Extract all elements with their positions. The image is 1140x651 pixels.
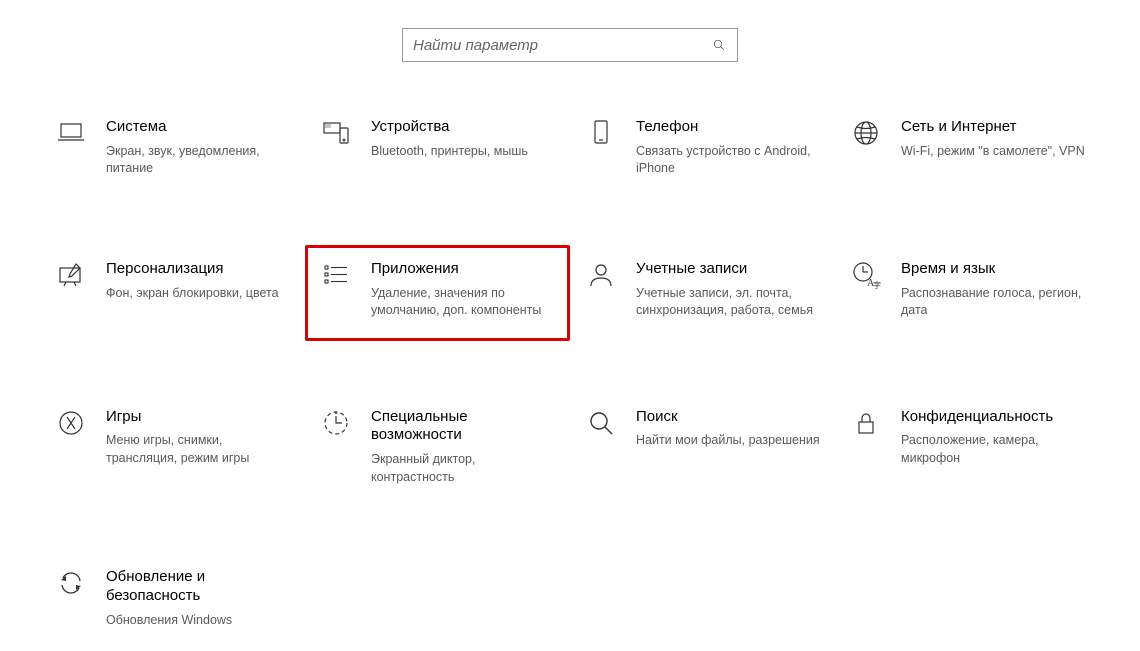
tile-title: Система xyxy=(106,118,291,137)
tile-text: Сеть и Интернет Wi-Fi, режим "в самолете"… xyxy=(901,118,1086,160)
tile-desc: Bluetooth, принтеры, мышь xyxy=(371,143,556,161)
tile-desc: Меню игры, снимки, трансляция, режим игр… xyxy=(106,432,291,467)
search-row xyxy=(0,0,1140,112)
tile-text: Система Экран, звук, уведомления, питание xyxy=(106,118,291,178)
tile-title: Специальные возможности xyxy=(371,408,556,446)
tile-title: Конфиденциальность xyxy=(901,408,1086,427)
tile-privacy[interactable]: Конфиденциальность Расположение, камера, … xyxy=(845,402,1090,493)
tile-desc: Фон, экран блокировки, цвета xyxy=(106,285,291,303)
search-cat-icon xyxy=(584,408,618,442)
tile-text: Устройства Bluetooth, принтеры, мышь xyxy=(371,118,556,160)
tile-desc: Распознавание голоса, регион, дата xyxy=(901,285,1086,320)
tile-desc: Связать устройство с Android, iPhone xyxy=(636,143,821,178)
tile-ease[interactable]: Специальные возможности Экранный диктор, … xyxy=(315,402,560,493)
update-icon xyxy=(54,568,88,602)
tile-desc: Wi-Fi, режим "в самолете", VPN xyxy=(901,143,1086,161)
tile-gaming[interactable]: Игры Меню игры, снимки, трансляция, режим… xyxy=(50,402,295,493)
tile-desc: Обновления Windows xyxy=(106,612,291,630)
tile-phone[interactable]: Телефон Связать устройство с Android, iPh… xyxy=(580,112,825,184)
apps-icon xyxy=(319,260,353,294)
tile-desc: Экран, звук, уведомления, питание xyxy=(106,143,291,178)
tile-title: Учетные записи xyxy=(636,260,821,279)
tile-desc: Учетные записи, эл. почта, синхронизация… xyxy=(636,285,821,320)
phone-icon xyxy=(584,118,618,152)
tile-devices[interactable]: Устройства Bluetooth, принтеры, мышь xyxy=(315,112,560,184)
gaming-icon xyxy=(54,408,88,442)
search-input[interactable] xyxy=(413,37,711,54)
tile-text: Учетные записи Учетные записи, эл. почта,… xyxy=(636,260,821,320)
tile-text: Приложения Удаление, значения по умолчани… xyxy=(371,260,556,320)
tile-text: Персонализация Фон, экран блокировки, цве… xyxy=(106,260,291,302)
ease-icon xyxy=(319,408,353,442)
search-box[interactable] xyxy=(402,28,738,62)
personal-icon xyxy=(54,260,88,294)
tile-apps[interactable]: Приложения Удаление, значения по умолчани… xyxy=(305,245,570,341)
time-lang-icon xyxy=(849,260,883,294)
person-icon xyxy=(584,260,618,294)
tile-accounts[interactable]: Учетные записи Учетные записи, эл. почта,… xyxy=(580,254,825,332)
tile-time-lang[interactable]: Время и язык Распознавание голоса, регион… xyxy=(845,254,1090,332)
tile-network[interactable]: Сеть и Интернет Wi-Fi, режим "в самолете"… xyxy=(845,112,1090,184)
globe-icon xyxy=(849,118,883,152)
devices-icon xyxy=(319,118,353,152)
tile-system[interactable]: Система Экран, звук, уведомления, питание xyxy=(50,112,295,184)
tile-text: Обновление и безопасность Обновления Wind… xyxy=(106,568,291,629)
tile-text: Телефон Связать устройство с Android, iPh… xyxy=(636,118,821,178)
tile-title: Время и язык xyxy=(901,260,1086,279)
tile-title: Устройства xyxy=(371,118,556,137)
tile-personalization[interactable]: Персонализация Фон, экран блокировки, цве… xyxy=(50,254,295,332)
tile-title: Персонализация xyxy=(106,260,291,279)
lock-icon xyxy=(849,408,883,442)
tile-search-cat[interactable]: Поиск Найти мои файлы, разрешения xyxy=(580,402,825,493)
tile-title: Сеть и Интернет xyxy=(901,118,1086,137)
tile-desc: Найти мои файлы, разрешения xyxy=(636,432,821,450)
tile-text: Конфиденциальность Расположение, камера, … xyxy=(901,408,1086,468)
tile-text: Поиск Найти мои файлы, разрешения xyxy=(636,408,821,450)
tile-title: Приложения xyxy=(371,260,556,279)
tile-title: Поиск xyxy=(636,408,821,427)
settings-grid: Система Экран, звук, уведомления, питание… xyxy=(0,112,1140,635)
tile-text: Время и язык Распознавание голоса, регион… xyxy=(901,260,1086,320)
tile-title: Обновление и безопасность xyxy=(106,568,291,606)
tile-title: Телефон xyxy=(636,118,821,137)
tile-desc: Экранный диктор, контрастность xyxy=(371,451,556,486)
tile-desc: Расположение, камера, микрофон xyxy=(901,432,1086,467)
laptop-icon xyxy=(54,118,88,152)
tile-update[interactable]: Обновление и безопасность Обновления Wind… xyxy=(50,562,295,635)
tile-desc: Удаление, значения по умолчанию, доп. ко… xyxy=(371,285,556,320)
tile-text: Игры Меню игры, снимки, трансляция, режим… xyxy=(106,408,291,468)
search-icon xyxy=(711,37,727,53)
tile-text: Специальные возможности Экранный диктор, … xyxy=(371,408,556,487)
tile-title: Игры xyxy=(106,408,291,427)
